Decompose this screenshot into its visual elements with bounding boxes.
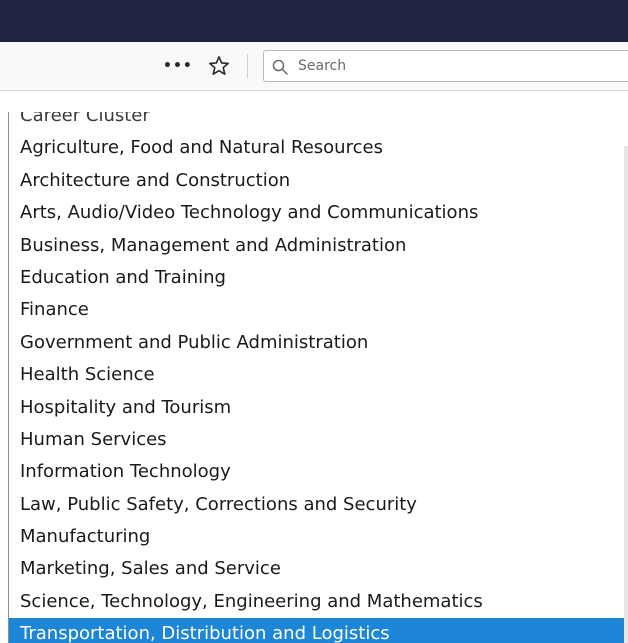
search-input[interactable]: [294, 55, 622, 77]
search-icon: [271, 58, 289, 76]
dropdown-header-option[interactable]: Career Cluster: [9, 112, 628, 132]
dropdown-option[interactable]: Human Services: [9, 424, 628, 456]
dropdown-option[interactable]: Information Technology: [9, 456, 628, 488]
dropdown-options: Career Cluster Agriculture, Food and Nat…: [9, 112, 628, 643]
dropdown-option[interactable]: Business, Management and Administration: [9, 230, 628, 262]
dropdown-option[interactable]: Science, Technology, Engineering and Mat…: [9, 586, 628, 618]
dropdown-option[interactable]: Architecture and Construction: [9, 165, 628, 197]
dropdown-option[interactable]: Marketing, Sales and Service: [9, 553, 628, 585]
dropdown-option[interactable]: Education and Training: [9, 262, 628, 294]
dropdown-option[interactable]: Manufacturing: [9, 521, 628, 553]
dropdown-option[interactable]: Hospitality and Tourism: [9, 392, 628, 424]
career-cluster-dropdown[interactable]: Career Cluster Agriculture, Food and Nat…: [8, 112, 628, 643]
browser-toolbar: •••: [0, 42, 628, 91]
toolbar-separator: [247, 54, 248, 78]
dropdown-option[interactable]: Health Science: [9, 359, 628, 391]
dropdown-option[interactable]: Finance: [9, 294, 628, 326]
dropdown-option[interactable]: Law, Public Safety, Corrections and Secu…: [9, 489, 628, 521]
dropdown-option-selected[interactable]: Transportation, Distribution and Logisti…: [9, 618, 628, 643]
ellipsis-icon[interactable]: •••: [163, 54, 192, 78]
search-box[interactable]: [263, 50, 628, 82]
dropdown-option[interactable]: Arts, Audio/Video Technology and Communi…: [9, 197, 628, 229]
star-icon[interactable]: [207, 54, 231, 78]
dropdown-option[interactable]: Agriculture, Food and Natural Resources: [9, 132, 628, 164]
dropdown-scrollbar[interactable]: [624, 146, 628, 643]
dropdown-option[interactable]: Government and Public Administration: [9, 327, 628, 359]
window-titlebar: [0, 0, 628, 42]
